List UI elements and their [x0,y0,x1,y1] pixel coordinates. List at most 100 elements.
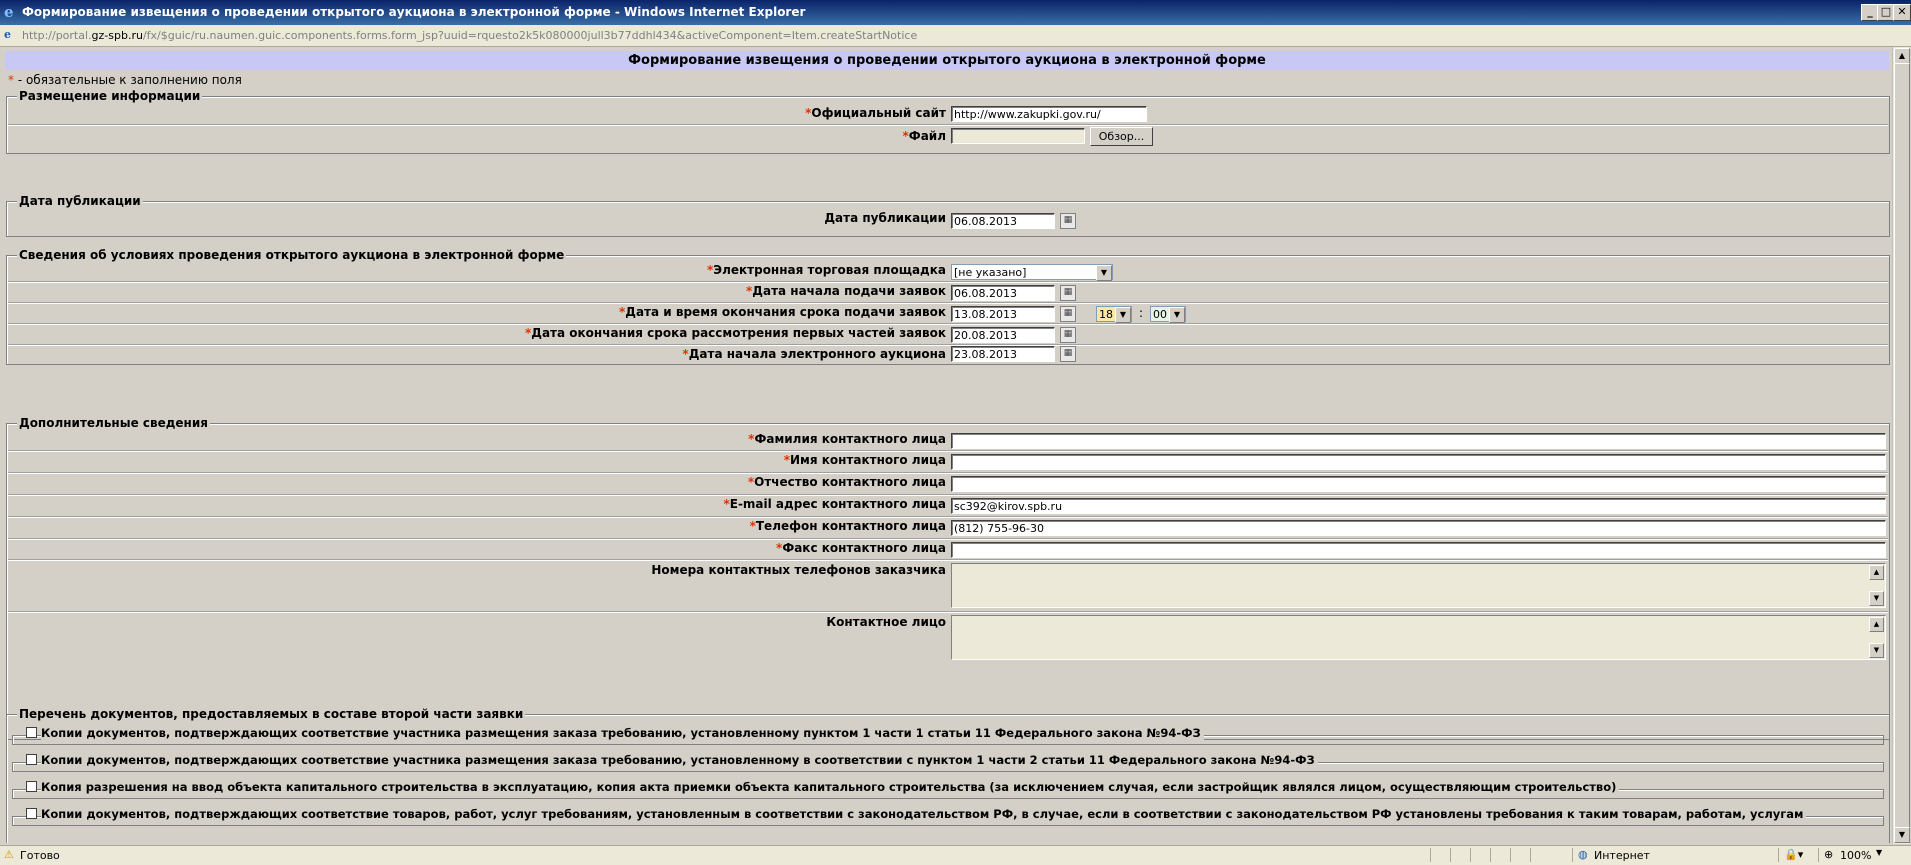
email-input[interactable]: sc392@kirov.spb.ru [951,498,1886,514]
time-separator: : [1139,306,1144,320]
fax-input[interactable] [951,542,1886,558]
document-item: Копия разрешения на ввод объекта капитал… [8,778,1888,799]
document-checkbox[interactable] [26,727,37,738]
section-placement: Размещение информации *Официальный сайт … [6,89,1890,154]
document-checkbox[interactable] [26,808,37,819]
scroll-up-icon[interactable]: ▲ [1894,48,1910,64]
globe-icon: ◍ [1578,848,1588,861]
platform-select[interactable]: [не указано] ▼ [951,264,1113,281]
zoom-icon: ⊕ [1824,848,1834,861]
review-date-input[interactable]: 20.08.2013 [951,327,1055,343]
chevron-down-icon: ▼ [1169,307,1185,323]
row-platform: *Электронная торговая площадка [не указа… [8,262,1888,282]
document-item: Копии документов, подтверждающих соответ… [8,805,1888,826]
scroll-up-icon[interactable]: ▲ [1869,565,1884,580]
document-label: Копия разрешения на ввод объекта капитал… [41,780,1620,794]
window-title: Формирование извещения о проведении откр… [22,5,806,19]
file-label: *Файл [902,129,946,143]
first-name-input[interactable] [951,454,1886,470]
end-minute-select[interactable]: 00 ▼ [1150,306,1186,323]
row-file: *Файл Обзор... [8,125,1888,148]
document-checkbox[interactable] [26,781,37,792]
scroll-down-icon[interactable]: ▼ [1869,591,1884,606]
ie-icon: e [4,3,14,21]
section-conditions: Сведения об условиях проведения открытог… [6,248,1890,365]
customer-phones-textarea[interactable]: ▲ ▼ [951,563,1886,608]
address-bar[interactable]: e http://portal.gz-spb.ru/fx/$guic/ru.na… [0,25,1911,47]
last-name-label: *Фамилия контактного лица [748,432,946,446]
middle-name-input[interactable] [951,476,1886,492]
chevron-down-icon[interactable]: ▼ [1876,848,1882,857]
chevron-down-icon: ▼ [1096,265,1112,281]
status-cell [1818,848,1819,862]
calendar-icon[interactable]: ▦ [1060,213,1076,229]
vertical-scrollbar[interactable]: ▲ ▼ [1892,47,1910,844]
auction-date-input[interactable]: 23.08.2013 [951,346,1055,362]
scroll-down-icon[interactable]: ▼ [1894,827,1910,843]
status-cell [1572,848,1573,862]
row-contact-person: Контактное лицо ▲ ▼ [8,612,1888,663]
row-review-date: *Дата окончания срока рассмотрения первы… [8,324,1888,345]
warning-icon: ⚠ [4,848,14,861]
row-publication-date: Дата публикации 06.08.2013 ▦ [8,208,1888,230]
address-url[interactable]: http://portal.gz-spb.ru/fx/$guic/ru.naum… [22,29,917,42]
phone-label: *Телефон контактного лица [749,519,946,533]
form-title: Формирование извещения о проведении откр… [5,51,1889,70]
document-checkbox[interactable] [26,754,37,765]
chevron-down-icon: ▼ [1115,307,1131,323]
row-email: *E-mail адрес контактного лица sc392@kir… [8,495,1888,517]
scroll-thumb[interactable] [1894,63,1910,835]
publication-date-input[interactable]: 06.08.2013 [951,213,1055,229]
security-zone[interactable]: Интернет [1594,849,1650,862]
section-documents: Перечень документов, предоставляемых в с… [6,707,1890,843]
section-additional: Дополнительные сведения *Фамилия контакт… [6,416,1890,740]
window-title-bar[interactable]: e Формирование извещения о проведении от… [0,0,1911,25]
phone-input[interactable]: (812) 755-96-30 [951,520,1886,536]
zoom-level[interactable]: 100% [1840,849,1871,862]
status-cell [1430,848,1431,862]
last-name-input[interactable] [951,433,1886,449]
row-customer-phones: Номера контактных телефонов заказчика ▲ … [8,560,1888,612]
row-auction-date: *Дата начала электронного аукциона 23.08… [8,345,1888,362]
required-note: * - обязательные к заполнению поля [8,73,242,87]
first-name-label: *Имя контактного лица [783,453,946,467]
file-path-input[interactable] [951,128,1085,144]
calendar-icon[interactable]: ▦ [1060,346,1076,362]
row-fax: *Факс контактного лица [8,539,1888,560]
scroll-up-icon[interactable]: ▲ [1869,617,1884,632]
start-date-input[interactable]: 06.08.2013 [951,285,1055,301]
document-item: Копии документов, подтверждающих соответ… [8,751,1888,772]
status-bar: ⚠ Готово ◍ Интернет 🔒▾ ⊕ 100% ▼ [0,845,1911,865]
status-cell [1450,848,1451,862]
row-phone: *Телефон контактного лица (812) 755-96-3… [8,517,1888,539]
document-label: Копии документов, подтверждающих соответ… [41,753,1318,767]
status-cell [1490,848,1491,862]
end-hour-select[interactable]: 18 ▼ [1096,306,1132,323]
scroll-down-icon[interactable]: ▼ [1869,643,1884,658]
status-cell [1510,848,1511,862]
section-legend: Дополнительные сведения [17,416,210,430]
status-cell [1530,848,1531,862]
close-button[interactable]: ✕ [1893,4,1911,21]
document-label: Копии документов, подтверждающих соответ… [41,726,1204,740]
review-date-label: *Дата окончания срока рассмотрения первы… [524,326,946,340]
calendar-icon[interactable]: ▦ [1060,327,1076,343]
contact-person-label: Контактное лицо [826,615,946,629]
status-cell [1778,848,1779,862]
row-last-name: *Фамилия контактного лица [8,430,1888,451]
start-date-label: *Дата начала подачи заявок [746,284,946,298]
end-date-input[interactable]: 13.08.2013 [951,306,1055,322]
status-text: Готово [20,849,60,862]
calendar-icon[interactable]: ▦ [1060,306,1076,322]
publication-date-label: Дата публикации [824,211,946,225]
official-site-input[interactable]: http://www.zakupki.gov.ru/ [951,106,1147,122]
calendar-icon[interactable]: ▦ [1060,285,1076,301]
section-legend: Перечень документов, предоставляемых в с… [17,707,526,721]
browse-button[interactable]: Обзор... [1090,127,1153,146]
protected-mode-icon[interactable]: 🔒▾ [1784,848,1803,861]
row-end-date: *Дата и время окончания срока подачи зая… [8,303,1888,324]
contact-person-textarea[interactable]: ▲ ▼ [951,615,1886,660]
section-legend: Дата публикации [17,194,143,208]
official-site-label: *Официальный сайт [805,106,946,120]
section-legend: Размещение информации [17,89,203,103]
